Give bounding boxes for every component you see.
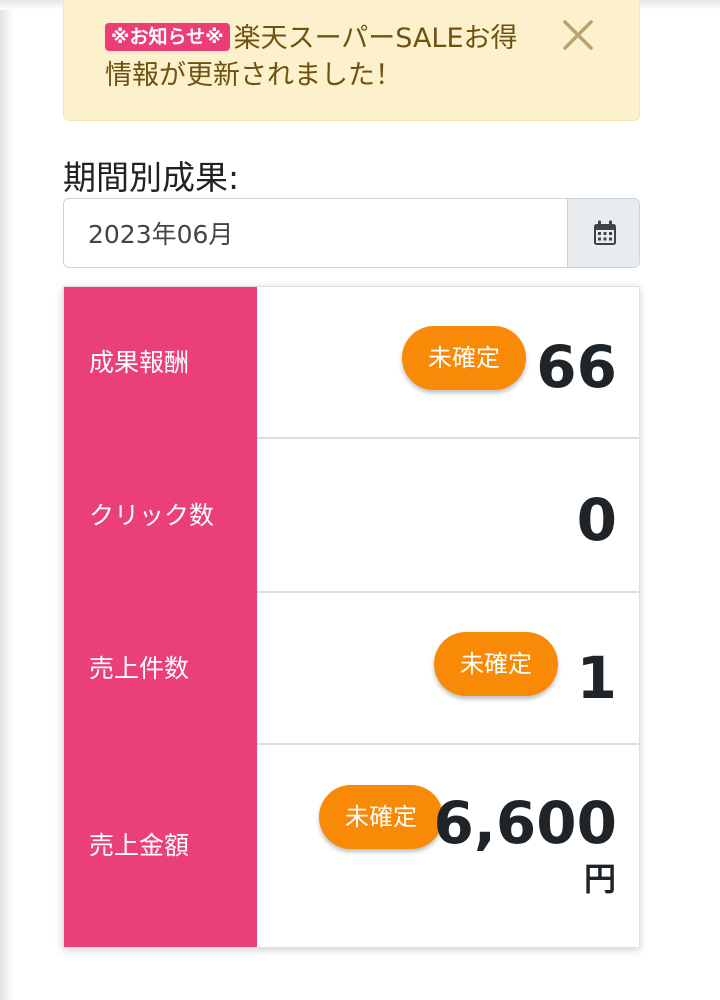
page-edge-shadow bbox=[0, 0, 14, 1000]
currency-unit: 円 bbox=[583, 860, 616, 898]
period-input[interactable] bbox=[64, 199, 567, 267]
notice-alert: ※お知らせ※ 楽天スーパーSALEお得情報が更新されました！ bbox=[63, 0, 640, 121]
unconfirmed-badge: 未確定 bbox=[434, 632, 558, 696]
row-label: 成果報酬 bbox=[64, 287, 257, 439]
row-label: 売上金額 bbox=[64, 745, 257, 947]
notice-text: ※お知らせ※ 楽天スーパーSALEお得情報が更新されました！ bbox=[105, 20, 525, 94]
results-table: 成果報酬 未確定 66 クリック数 0 売上件数 未確定 1 売上金額 未確定 … bbox=[63, 286, 640, 948]
row-value: 0 bbox=[576, 486, 617, 554]
row-label: クリック数 bbox=[64, 439, 257, 593]
notice-badge: ※お知らせ※ bbox=[105, 23, 230, 51]
row-value: 6,600 bbox=[433, 789, 617, 857]
result-row-clicks: クリック数 0 bbox=[64, 439, 639, 593]
row-label: 売上件数 bbox=[64, 593, 257, 745]
result-row-sales-count: 売上件数 未確定 1 bbox=[64, 593, 639, 745]
unconfirmed-badge: 未確定 bbox=[402, 326, 526, 390]
row-value: 1 bbox=[576, 644, 617, 712]
unconfirmed-badge: 未確定 bbox=[319, 785, 443, 849]
close-icon[interactable] bbox=[561, 18, 595, 52]
calendar-icon bbox=[594, 220, 616, 245]
period-picker bbox=[63, 198, 640, 268]
calendar-button[interactable] bbox=[567, 199, 639, 267]
period-label: 期間別成果: bbox=[63, 158, 240, 197]
row-value: 66 bbox=[536, 333, 617, 401]
result-row-reward: 成果報酬 未確定 66 bbox=[64, 287, 639, 439]
result-row-sales-amount: 売上金額 未確定 6,600 円 bbox=[64, 745, 639, 947]
